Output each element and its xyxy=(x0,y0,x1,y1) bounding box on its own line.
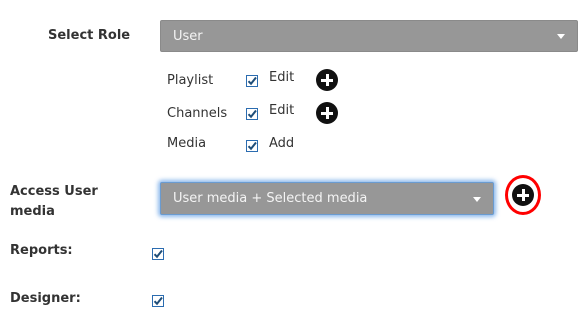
role-select[interactable]: User xyxy=(160,20,578,52)
caret-down-icon xyxy=(557,34,565,39)
permission-action-channels: Edit xyxy=(269,103,295,118)
permission-action-playlist: Edit xyxy=(269,70,295,85)
checkbox-channels-edit[interactable] xyxy=(246,108,258,120)
add-channels-plus-icon[interactable] xyxy=(316,102,338,124)
access-user-media-select-value: User media + Selected media xyxy=(173,191,368,206)
access-user-media-label-line1: Access User xyxy=(10,184,98,199)
checkbox-playlist-edit[interactable] xyxy=(246,75,258,87)
access-user-media-select[interactable]: User media + Selected media xyxy=(160,182,494,215)
designer-label: Designer: xyxy=(10,291,81,306)
select-role-label: Select Role xyxy=(48,28,131,43)
add-user-media-plus-icon[interactable] xyxy=(512,184,534,206)
checkbox-designer[interactable] xyxy=(152,295,164,307)
reports-label: Reports: xyxy=(10,243,73,258)
add-playlist-plus-icon[interactable] xyxy=(316,69,338,91)
role-select-value: User xyxy=(173,28,203,44)
checkbox-media-add[interactable] xyxy=(246,140,258,152)
caret-down-icon xyxy=(473,196,481,202)
permission-name-media: Media xyxy=(167,136,207,151)
permission-name-channels: Channels xyxy=(167,106,228,121)
permission-action-media: Add xyxy=(269,136,295,151)
access-user-media-label-line2: media xyxy=(10,204,55,219)
checkbox-reports[interactable] xyxy=(152,248,164,260)
permission-name-playlist: Playlist xyxy=(167,73,214,88)
